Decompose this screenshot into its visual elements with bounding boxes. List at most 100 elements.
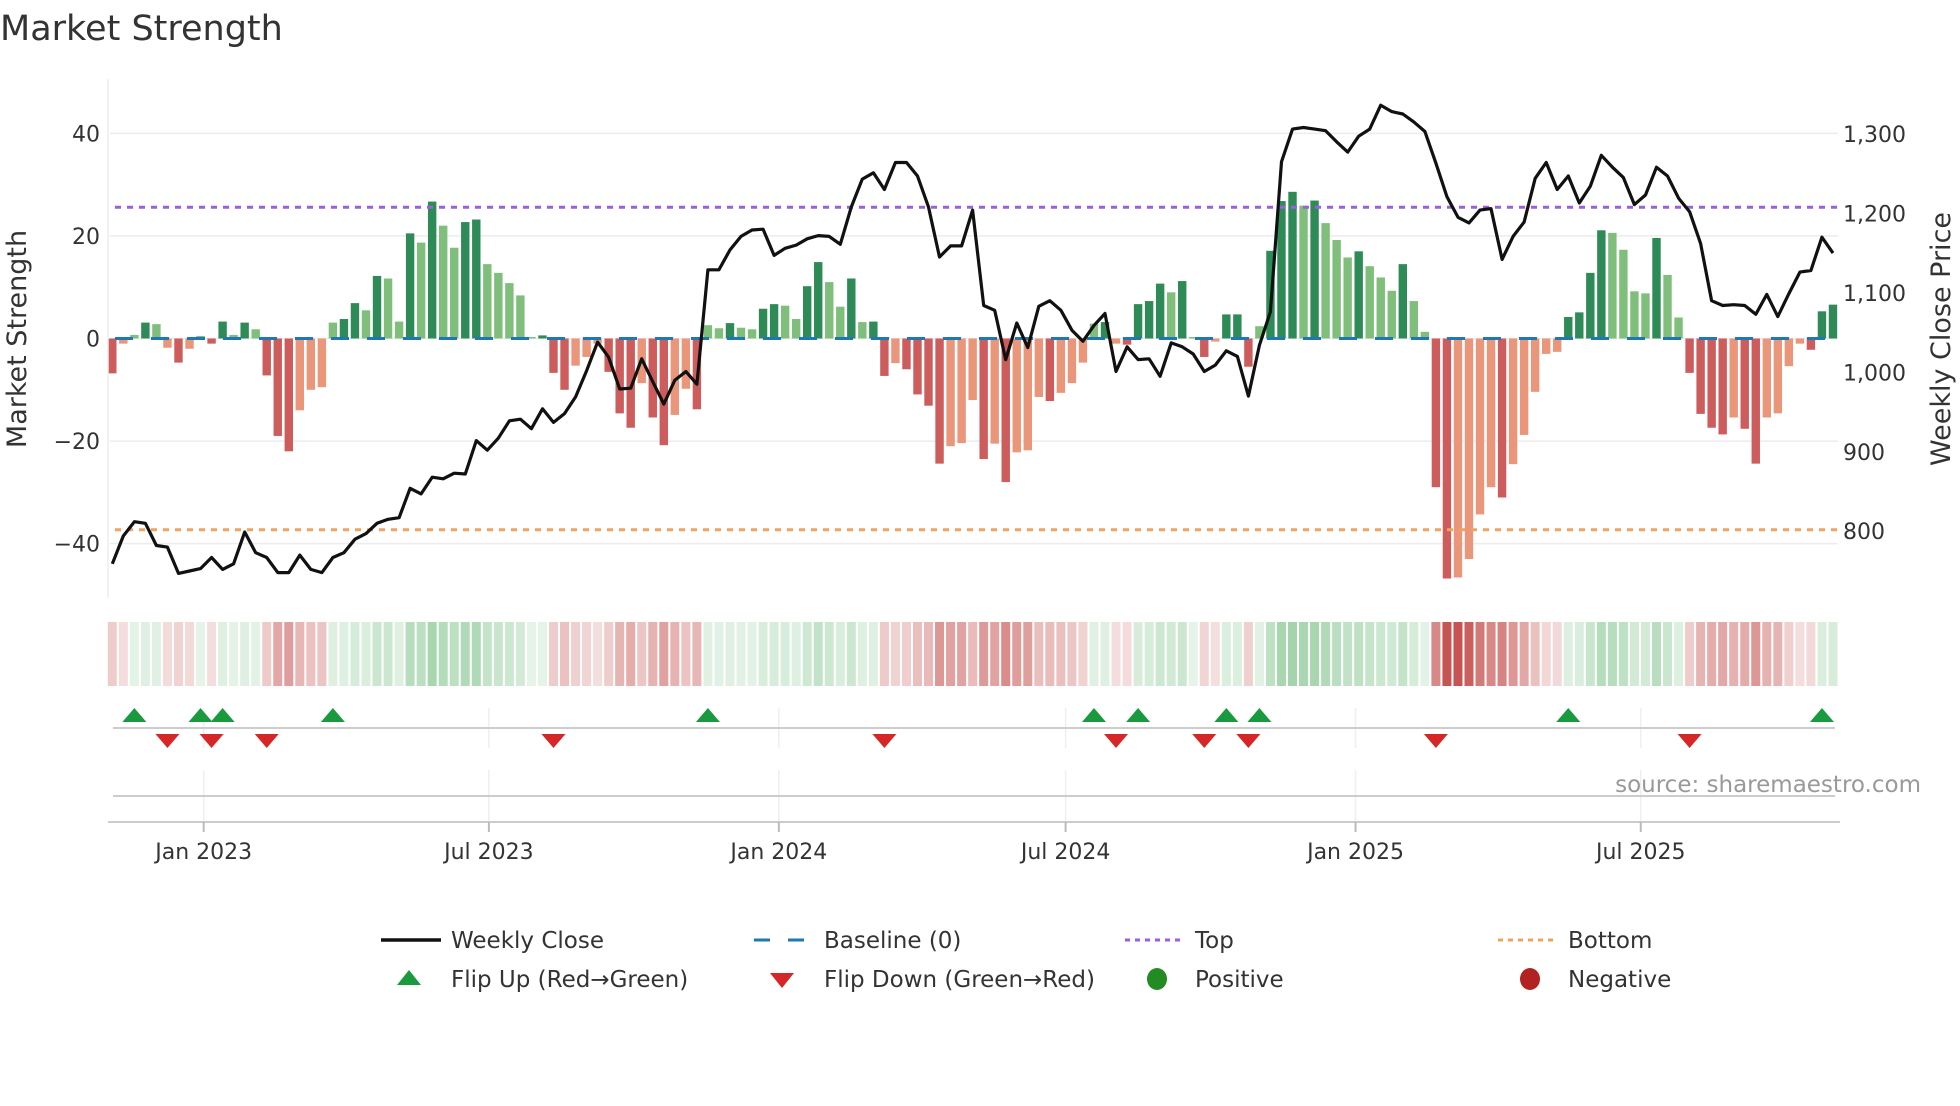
heat-cell [504, 622, 514, 686]
strength-bar [869, 321, 878, 339]
strength-bar [174, 338, 183, 363]
heat-cell [1762, 622, 1772, 686]
strength-bar [1630, 291, 1639, 339]
heat-cell [736, 622, 746, 686]
heat-cell [560, 622, 570, 686]
flip-down-marker [1423, 734, 1448, 748]
strength-bar [505, 283, 514, 339]
strength-bar [262, 338, 271, 376]
strength-bar [1530, 338, 1540, 392]
heat-cell [118, 622, 128, 686]
strength-bar [306, 338, 316, 390]
legend-label: Positive [1195, 967, 1284, 993]
strength-bar [1762, 338, 1771, 418]
heat-cell [350, 622, 360, 686]
heat-cell [1210, 622, 1220, 686]
legend-item: Negative [1520, 967, 1671, 993]
y2-tick-label: 1,300 [1843, 123, 1906, 148]
legend-label: Negative [1568, 967, 1671, 993]
heat-cell [946, 622, 956, 686]
y-tick-label: 0 [86, 328, 100, 353]
strength-bar [483, 264, 492, 339]
strength-bar [1376, 277, 1385, 339]
y2-tick-label: 1,100 [1843, 282, 1906, 307]
flip-up-marker [1214, 708, 1239, 722]
heat-cell [328, 622, 338, 686]
heat-cell [1177, 622, 1187, 686]
heat-cell [615, 622, 625, 686]
heat-cell [482, 622, 492, 686]
source-label: source: sharemaestro.com [1615, 772, 1921, 798]
strength-bar [814, 262, 823, 339]
heat-cell [284, 622, 294, 686]
heat-cell [1585, 622, 1595, 686]
strength-bar [1321, 223, 1330, 339]
heat-cell [1100, 622, 1110, 686]
chart-title: Market Strength [0, 9, 283, 49]
heat-cell [1023, 622, 1033, 686]
y-tick-label: −20 [54, 430, 100, 455]
strength-bar [339, 319, 349, 339]
heat-cell [637, 622, 647, 686]
strength-bar [1178, 281, 1187, 339]
strength-bar [1012, 338, 1021, 453]
strength-bar [1332, 240, 1341, 339]
flip-up-marker [320, 708, 345, 722]
strength-bar [968, 338, 977, 401]
heat-cell [758, 622, 768, 686]
heat-cell [780, 622, 790, 686]
heat-cell [1387, 622, 1397, 686]
x-tick-label: Jan 2025 [1305, 840, 1404, 865]
strength-bar [472, 219, 481, 339]
strength-bar [1144, 301, 1154, 339]
heat-cell [1332, 622, 1342, 686]
strength-bar [1663, 274, 1672, 339]
strength-bar [1067, 338, 1077, 384]
heat-cell [140, 622, 150, 686]
strength-bar [405, 233, 415, 339]
heat-cell [416, 622, 426, 686]
heat-cell [107, 622, 117, 686]
y-tick-label: 20 [72, 225, 100, 250]
strength-bar [1288, 191, 1297, 339]
heat-cell [317, 622, 327, 686]
strength-bar [560, 338, 569, 390]
heat-cell [1122, 622, 1132, 686]
flip-down-marker [1192, 734, 1217, 748]
y2-tick-label: 800 [1843, 520, 1885, 545]
heat-cell [1674, 622, 1684, 686]
circle-icon [1147, 968, 1167, 990]
strength-bar [1045, 338, 1055, 402]
strength-bar [1806, 338, 1816, 350]
heat-cell [747, 622, 757, 686]
heat-cell [1519, 622, 1529, 686]
heat-cell [957, 622, 967, 686]
strength-bar [935, 338, 944, 464]
heat-cell [1530, 622, 1540, 686]
strength-bar [858, 322, 867, 339]
flip-down-marker [1677, 734, 1702, 748]
flip-up-marker [1247, 708, 1272, 722]
strength-bar [1542, 338, 1551, 354]
strength-bar [108, 338, 117, 374]
heat-cell [979, 622, 989, 686]
strength-bar [1056, 338, 1066, 393]
strength-bar [1023, 338, 1032, 451]
flip-down-marker [872, 734, 897, 748]
strength-bar [284, 338, 293, 452]
y-tick-label: −40 [54, 533, 100, 558]
strength-bar [1222, 314, 1231, 339]
strength-bar [1200, 338, 1209, 357]
heat-cell [548, 622, 559, 686]
flip-up-marker [1809, 708, 1834, 722]
heat-cell [582, 622, 592, 686]
heat-cell [339, 622, 349, 686]
strength-bar [218, 321, 227, 339]
heat-cell [394, 622, 404, 686]
strength-bar [1111, 338, 1121, 344]
legend-label: Flip Up (Red→Green) [451, 967, 688, 993]
strength-bar [273, 338, 282, 436]
strength-bar [1608, 232, 1617, 339]
strength-bar [681, 338, 691, 389]
strength-bar [1299, 205, 1308, 339]
